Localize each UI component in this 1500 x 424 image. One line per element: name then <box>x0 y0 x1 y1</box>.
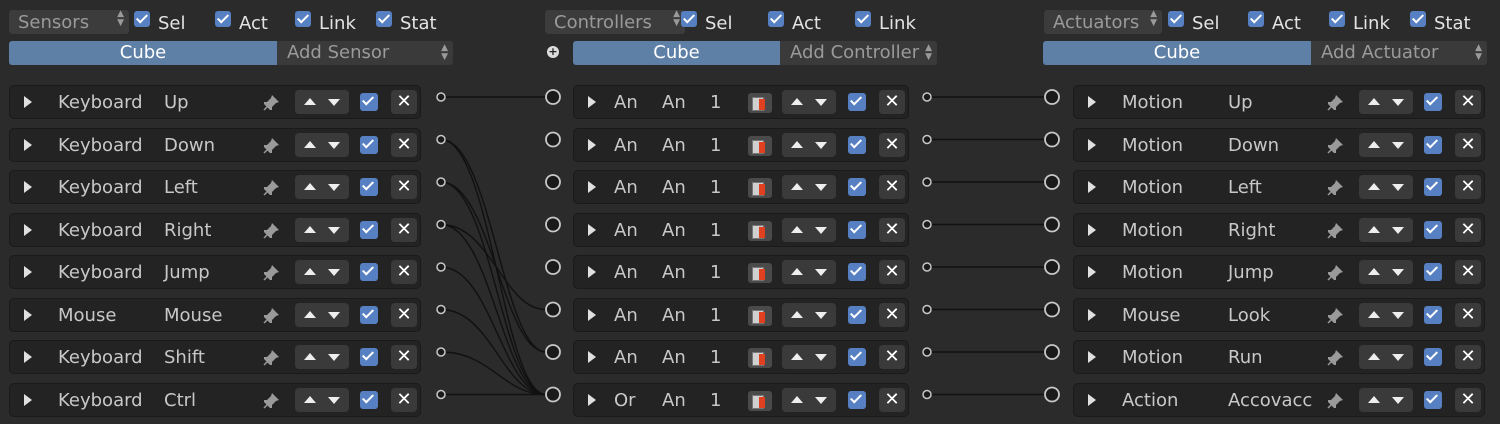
sensor-output-socket-icon <box>436 177 446 187</box>
controller-output-socket-icon <box>922 92 932 102</box>
controller-output-socket-icon <box>922 262 932 272</box>
actuator-input-socket-icon <box>1044 386 1060 403</box>
actuator-input-socket-icon <box>1044 131 1060 148</box>
controller-input-socket-icon <box>545 344 561 360</box>
controller-input-socket-icon <box>545 174 561 190</box>
sensor-output-socket-icon <box>436 92 446 102</box>
controller-input-socket-icon <box>545 216 561 233</box>
controller-input-socket-icon <box>545 131 561 148</box>
controller-output-socket-icon <box>922 134 932 145</box>
controller-output-socket-icon <box>922 219 932 230</box>
controller-output-socket-icon <box>922 304 932 315</box>
sensor-output-socket-icon <box>436 389 446 400</box>
sensor-controller-link <box>440 138 547 353</box>
sensor-output-socket-icon <box>436 262 446 272</box>
controller-output-socket-icon <box>922 177 932 187</box>
actuator-input-socket-icon <box>1044 259 1060 275</box>
controller-input-socket-icon <box>545 301 561 318</box>
controller-input-socket-icon <box>545 89 561 105</box>
actuator-input-socket-icon <box>1044 216 1060 233</box>
sensor-output-socket-icon <box>436 219 446 230</box>
actuator-input-socket-icon <box>1044 174 1060 190</box>
sensor-output-socket-icon <box>436 134 446 145</box>
sensor-controller-link <box>440 223 547 396</box>
controller-input-socket-icon <box>545 386 561 403</box>
actuator-input-socket-icon <box>1044 89 1060 105</box>
sensor-output-socket-icon <box>436 347 446 357</box>
actuator-input-socket-icon <box>1044 301 1060 318</box>
sensor-controller-link <box>440 181 547 396</box>
controller-input-socket-icon <box>545 259 561 275</box>
logic-links <box>436 89 1060 403</box>
sensor-output-socket-icon <box>436 304 446 315</box>
sensor-controller-link <box>440 138 547 396</box>
actuator-input-socket-icon <box>1044 344 1060 360</box>
sensor-controller-link <box>440 266 547 396</box>
controller-output-socket-icon <box>922 389 932 400</box>
controller-output-socket-icon <box>922 347 932 357</box>
